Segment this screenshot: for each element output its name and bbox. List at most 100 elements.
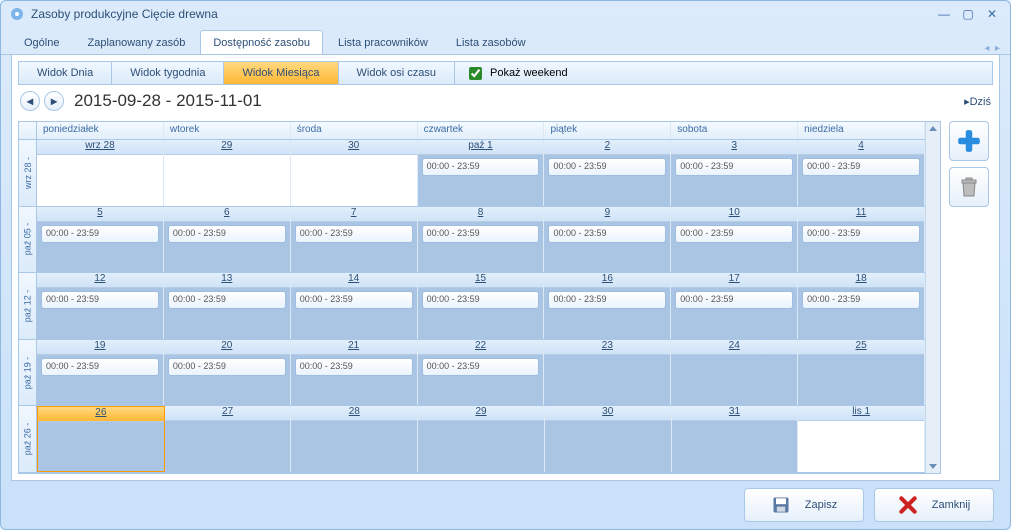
main-tab-2[interactable]: Dostępność zasobu [200,30,323,54]
day-cell[interactable]: wrz 28 [37,140,164,206]
day-cell[interactable]: 8 00:00 - 23:59 [418,207,545,273]
day-cell[interactable]: 21 00:00 - 23:59 [291,340,418,406]
day-number[interactable]: 5 [37,207,163,222]
tab-nav-arrows[interactable]: ◂ ▸ [984,43,1000,54]
day-cell[interactable]: 31 [672,406,799,472]
day-cell[interactable]: 29 [164,140,291,206]
calendar-event[interactable]: 00:00 - 23:59 [41,225,159,243]
day-number[interactable]: 15 [418,273,544,288]
day-number[interactable]: 19 [37,340,163,355]
day-cell[interactable]: 23 [544,340,671,406]
day-number[interactable]: wrz 28 [37,140,163,155]
day-cell[interactable]: 30 [291,140,418,206]
day-cell[interactable]: paź 100:00 - 23:59 [418,140,545,206]
day-cell[interactable]: 4 00:00 - 23:59 [798,140,925,206]
day-number[interactable]: lis 1 [798,406,924,421]
day-number[interactable]: 20 [164,340,290,355]
show-weekend-checkbox[interactable] [469,67,482,80]
day-cell[interactable]: lis 1 [798,406,925,472]
day-number[interactable]: 16 [544,273,670,288]
delete-button[interactable] [949,167,989,207]
maximize-button[interactable]: ▢ [958,6,978,22]
day-cell[interactable]: 29 [418,406,545,472]
day-number[interactable]: 8 [418,207,544,222]
day-cell[interactable]: 7 00:00 - 23:59 [291,207,418,273]
view-tab-3[interactable]: Widok osi czasu [339,62,455,84]
calendar-event[interactable]: 00:00 - 23:59 [422,225,540,243]
day-cell[interactable]: 1400:00 - 23:59 [291,273,418,339]
day-number[interactable]: 30 [545,406,671,421]
day-cell[interactable]: 3 00:00 - 23:59 [671,140,798,206]
save-button[interactable]: Zapisz [744,488,864,522]
day-number[interactable]: 11 [798,207,924,222]
vertical-scrollbar[interactable] [925,122,940,473]
day-number[interactable]: 28 [291,406,417,421]
day-cell[interactable]: 16 00:00 - 23:59 [544,273,671,339]
day-number[interactable]: 30 [291,140,417,155]
calendar-event[interactable]: 00:00 - 23:59 [548,158,666,176]
calendar-event[interactable]: 00:00 - 23:59 [41,358,159,376]
calendar-event[interactable]: 00:00 - 23:59 [295,358,413,376]
day-cell[interactable]: 25 [798,340,925,406]
view-tab-0[interactable]: Widok Dnia [19,62,112,84]
view-tab-1[interactable]: Widok tygodnia [112,62,224,84]
day-cell[interactable]: 27 [165,406,292,472]
day-number[interactable]: 9 [544,207,670,222]
calendar-event[interactable]: 00:00 - 23:59 [168,225,286,243]
day-cell[interactable]: 11 00:00 - 23:59 [798,207,925,273]
day-number[interactable]: 22 [418,340,544,355]
prev-period-button[interactable]: ◂ [20,91,40,111]
show-weekend-toggle[interactable]: Pokaż weekend [455,62,578,84]
calendar-event[interactable]: 00:00 - 23:59 [675,225,793,243]
day-cell[interactable]: 22 00:00 - 23:59 [418,340,545,406]
day-cell[interactable]: 30 [545,406,672,472]
day-cell[interactable]: 1200:00 - 23:59 [37,273,164,339]
day-cell[interactable]: 1300:00 - 23:59 [164,273,291,339]
day-cell[interactable]: 1500:00 - 23:59 [418,273,545,339]
day-cell[interactable]: 9 00:00 - 23:59 [544,207,671,273]
calendar-event[interactable]: 00:00 - 23:59 [548,291,666,309]
day-number[interactable]: 21 [291,340,417,355]
day-cell[interactable]: 2000:00 - 23:59 [164,340,291,406]
main-tab-0[interactable]: Ogólne [11,30,72,54]
day-cell[interactable]: 19 00:00 - 23:59 [37,340,164,406]
day-number[interactable]: 4 [798,140,924,155]
calendar-event[interactable]: 00:00 - 23:59 [422,358,540,376]
calendar-event[interactable]: 00:00 - 23:59 [295,225,413,243]
calendar-event[interactable]: 00:00 - 23:59 [675,158,793,176]
day-number[interactable]: paź 1 [418,140,544,155]
day-cell[interactable]: 24 [671,340,798,406]
day-number[interactable]: 29 [418,406,544,421]
day-number[interactable]: 17 [671,273,797,288]
calendar-event[interactable]: 00:00 - 23:59 [295,291,413,309]
calendar-event[interactable]: 00:00 - 23:59 [548,225,666,243]
view-tab-2[interactable]: Widok Miesiąca [224,62,338,84]
day-cell[interactable]: 6 00:00 - 23:59 [164,207,291,273]
day-number[interactable]: 2 [544,140,670,155]
add-button[interactable] [949,121,989,161]
calendar-event[interactable]: 00:00 - 23:59 [802,158,920,176]
calendar-event[interactable]: 00:00 - 23:59 [675,291,793,309]
day-cell[interactable]: 5 00:00 - 23:59 [37,207,164,273]
day-number[interactable]: 23 [544,340,670,355]
calendar-event[interactable]: 00:00 - 23:59 [802,225,920,243]
day-number[interactable]: 3 [671,140,797,155]
day-number[interactable]: 27 [165,406,291,421]
day-number[interactable]: 6 [164,207,290,222]
day-number[interactable]: 29 [164,140,290,155]
today-link[interactable]: ▸Dziś [964,95,991,108]
day-number[interactable]: 7 [291,207,417,222]
day-number[interactable]: 18 [798,273,924,288]
day-number[interactable]: 25 [798,340,924,355]
day-cell[interactable]: 17 00:00 - 23:59 [671,273,798,339]
main-tab-3[interactable]: Lista pracowników [325,30,441,54]
main-tab-4[interactable]: Lista zasobów [443,30,539,54]
close-window-button[interactable]: Zamknij [874,488,994,522]
minimize-button[interactable]: — [934,6,954,22]
day-number[interactable]: 26 [38,407,164,422]
day-cell[interactable]: 26 [37,406,165,472]
calendar-event[interactable]: 00:00 - 23:59 [41,291,159,309]
day-number[interactable]: 13 [164,273,290,288]
calendar-event[interactable]: 00:00 - 23:59 [802,291,920,309]
next-period-button[interactable]: ▸ [44,91,64,111]
